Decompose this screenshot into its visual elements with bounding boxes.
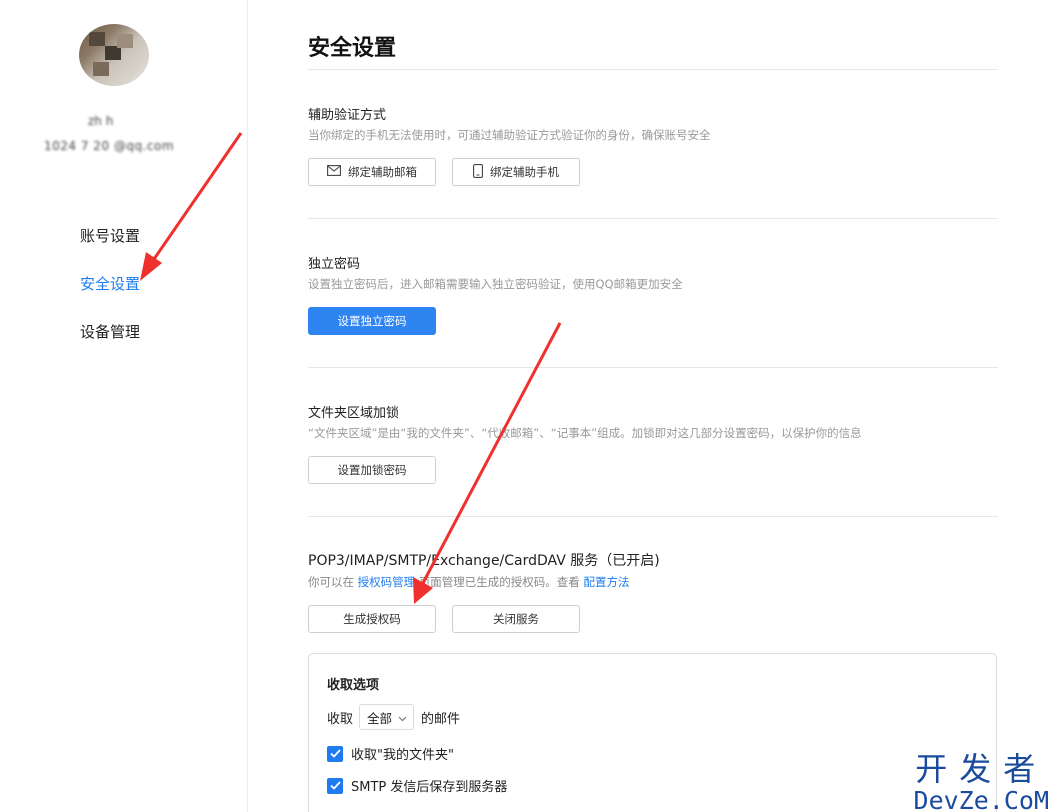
independent-password-title: 独立密码 <box>308 257 361 272</box>
receive-scope-value: 全部 <box>367 710 393 726</box>
pop3-service-desc: 你可以在 授权码管理 页面管理已生成的授权码。查看 配置方法 <box>308 574 629 590</box>
sidebar-nav: 账号设置 安全设置 设备管理 <box>80 222 140 366</box>
divider <box>308 218 998 219</box>
divider <box>308 69 998 70</box>
folder-lock-title: 文件夹区域加锁 <box>308 406 400 421</box>
pop3-desc-prefix: 你可以在 <box>308 575 354 589</box>
checkbox-row: SMTP 发信后保存到服务器 <box>327 776 507 795</box>
page-title: 安全设置 <box>308 36 397 61</box>
receive-options-panel: 收取选项 收取 全部 的邮件 收取"我的文件夹" SMTP 发信后保存到服务器 <box>308 653 997 812</box>
divider <box>308 367 998 368</box>
nav-security-settings[interactable]: 安全设置 <box>80 270 140 318</box>
watermark-line2: DevZe.CoM <box>913 786 1049 812</box>
bind-aux-email-button[interactable]: 绑定辅助邮箱 <box>308 158 436 186</box>
receive-my-folders-checkbox[interactable] <box>327 745 343 762</box>
sidebar: zh h 1024 7 20 @qq.com 账号设置 安全设置 设备管理 <box>0 0 248 812</box>
chevron-down-icon <box>398 710 407 725</box>
pop3-service-title: POP3/IMAP/SMTP/Exchange/CardDAV 服务（已开启) <box>308 553 660 569</box>
nav-account-settings[interactable]: 账号设置 <box>80 222 140 270</box>
set-lock-password-button[interactable]: 设置加锁密码 <box>308 456 436 484</box>
avatar[interactable] <box>79 24 149 86</box>
smtp-save-to-server-checkbox[interactable] <box>327 777 343 794</box>
generate-auth-code-button[interactable]: 生成授权码 <box>308 605 436 633</box>
receive-suffix: 的邮件 <box>421 711 461 727</box>
independent-password-desc: 设置独立密码后，进入邮箱需要输入独立密码验证，使用QQ邮箱更加安全 <box>308 277 683 291</box>
user-email: 1024 7 20 @qq.com <box>44 139 175 153</box>
mail-icon <box>327 165 341 179</box>
pop3-desc-middle: 页面管理已生成的授权码。查看 <box>418 575 580 589</box>
check-icon <box>329 781 341 790</box>
nav-device-management[interactable]: 设备管理 <box>80 318 140 366</box>
close-service-button[interactable]: 关闭服务 <box>452 605 580 633</box>
receive-scope-row: 收取 全部 的邮件 <box>327 704 460 730</box>
auth-code-manage-link[interactable]: 授权码管理 <box>358 575 416 589</box>
watermark-line1: 开发者 <box>915 750 1048 788</box>
smtp-save-to-server-label: SMTP 发信后保存到服务器 <box>351 780 508 795</box>
set-independent-password-button[interactable]: 设置独立密码 <box>308 307 436 335</box>
aux-verify-title: 辅助验证方式 <box>308 108 387 123</box>
receive-scope-select[interactable]: 全部 <box>359 704 415 730</box>
bind-aux-phone-label: 绑定辅助手机 <box>490 165 559 179</box>
bind-aux-phone-button[interactable]: 绑定辅助手机 <box>452 158 580 186</box>
site-watermark: 开发者 DevZe.CoM <box>914 744 1049 812</box>
divider <box>308 516 998 517</box>
bind-aux-email-label: 绑定辅助邮箱 <box>348 165 417 179</box>
config-method-link[interactable]: 配置方法 <box>583 575 629 589</box>
user-name: zh h <box>88 114 114 128</box>
folder-lock-desc: “文件夹区域”是由“我的文件夹”、“代收邮箱”、“记事本”组成。加锁即对这几部分… <box>308 426 862 440</box>
receive-prefix: 收取 <box>327 711 354 727</box>
check-icon <box>329 749 341 758</box>
receive-my-folders-label: 收取"我的文件夹" <box>351 748 454 763</box>
phone-icon <box>473 163 483 181</box>
checkbox-row: 收取"我的文件夹" <box>327 744 454 763</box>
receive-options-title: 收取选项 <box>327 678 380 693</box>
aux-verify-desc: 当你绑定的手机无法使用时，可通过辅助验证方式验证你的身份，确保账号安全 <box>308 128 711 142</box>
